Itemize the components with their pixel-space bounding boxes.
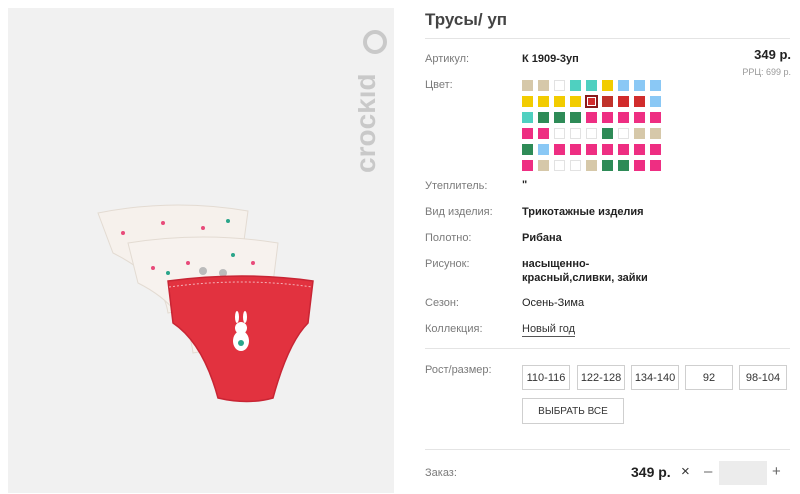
color-swatch[interactable]: [554, 144, 565, 155]
color-swatch[interactable]: [618, 96, 629, 107]
color-swatch[interactable]: [650, 128, 661, 139]
color-swatch-grid: [522, 80, 666, 171]
size-label: Рост/размер:: [425, 364, 492, 376]
type-value: Трикотажные изделия: [522, 206, 644, 218]
size-option-98-104[interactable]: 98-104: [739, 365, 787, 390]
color-swatch[interactable]: [602, 144, 613, 155]
color-label: Цвет:: [425, 79, 453, 91]
color-swatch[interactable]: [602, 96, 613, 107]
color-swatch[interactable]: [602, 80, 613, 91]
price: 349 р.: [754, 47, 791, 62]
fabric-label: Полотно:: [425, 232, 472, 244]
color-swatch[interactable]: [554, 128, 565, 139]
rrp-price: РРЦ: 699 р.: [742, 67, 791, 77]
times-icon: ×: [681, 463, 690, 480]
article-value: К 1909-3уп: [522, 53, 579, 65]
color-swatch[interactable]: [586, 160, 597, 171]
color-swatch[interactable]: [570, 128, 581, 139]
collection-label: Коллекция:: [425, 323, 483, 335]
color-swatch[interactable]: [554, 112, 565, 123]
color-swatch[interactable]: [554, 160, 565, 171]
color-swatch[interactable]: [650, 80, 661, 91]
color-swatch[interactable]: [522, 144, 533, 155]
size-option-122-128[interactable]: 122-128: [577, 365, 625, 390]
divider: [425, 348, 790, 349]
color-swatch[interactable]: [634, 112, 645, 123]
svg-text:crockid: crockid: [358, 73, 381, 173]
color-swatch[interactable]: [650, 96, 661, 107]
color-swatch[interactable]: [570, 160, 581, 171]
size-option-134-140[interactable]: 134-140: [631, 365, 679, 390]
color-swatch[interactable]: [522, 80, 533, 91]
color-swatch[interactable]: [522, 128, 533, 139]
color-swatch[interactable]: [586, 80, 597, 91]
color-swatch[interactable]: [650, 144, 661, 155]
color-swatch[interactable]: [586, 128, 597, 139]
color-swatch[interactable]: [538, 144, 549, 155]
product-title: Трусы/ уп: [425, 10, 508, 29]
divider: [425, 449, 790, 450]
color-swatch[interactable]: [585, 95, 598, 108]
size-option-92[interactable]: 92: [685, 365, 733, 390]
divider: [425, 38, 790, 39]
quantity-input[interactable]: [719, 461, 767, 485]
color-swatch[interactable]: [522, 112, 533, 123]
color-swatch[interactable]: [522, 96, 533, 107]
color-swatch[interactable]: [570, 80, 581, 91]
color-swatch[interactable]: [538, 112, 549, 123]
fabric-value: Рибана: [522, 232, 562, 244]
type-label: Вид изделия:: [425, 206, 493, 218]
order-price: 349 р.: [631, 464, 671, 480]
insulation-label: Утеплитель:: [425, 180, 488, 192]
season-label: Сезон:: [425, 297, 459, 309]
color-swatch[interactable]: [554, 96, 565, 107]
product-info: Трусы/ уп Артикул: К 1909-3уп 349 р. РРЦ…: [425, 0, 795, 494]
season-value: Осень-Зима: [522, 297, 585, 309]
pattern-value-line1: насыщенно-: [522, 258, 590, 270]
color-swatch[interactable]: [554, 80, 565, 91]
color-swatch[interactable]: [634, 160, 645, 171]
color-swatch[interactable]: [602, 160, 613, 171]
color-swatch[interactable]: [538, 96, 549, 107]
color-swatch[interactable]: [538, 80, 549, 91]
color-swatch[interactable]: [618, 80, 629, 91]
color-swatch[interactable]: [538, 160, 549, 171]
color-swatch[interactable]: [618, 112, 629, 123]
select-all-button[interactable]: ВЫБРАТЬ ВСЕ: [522, 398, 624, 424]
article-label: Артикул:: [425, 53, 470, 65]
color-swatch[interactable]: [618, 160, 629, 171]
color-swatch[interactable]: [634, 80, 645, 91]
color-swatch[interactable]: [618, 128, 629, 139]
color-swatch[interactable]: [570, 112, 581, 123]
pattern-label: Рисунок:: [425, 258, 470, 270]
color-swatch[interactable]: [634, 128, 645, 139]
color-swatch[interactable]: [634, 144, 645, 155]
color-swatch[interactable]: [650, 112, 661, 123]
color-swatch[interactable]: [650, 160, 661, 171]
decrease-quantity-button[interactable]: –: [704, 463, 712, 480]
color-swatch[interactable]: [586, 112, 597, 123]
order-label: Заказ:: [425, 467, 457, 479]
color-swatch[interactable]: [602, 112, 613, 123]
color-swatch[interactable]: [618, 144, 629, 155]
color-swatch[interactable]: [634, 96, 645, 107]
color-swatch[interactable]: [602, 128, 613, 139]
pattern-value-line2: красный,сливки, зайки: [522, 272, 648, 284]
increase-quantity-button[interactable]: +: [772, 463, 781, 480]
collection-link[interactable]: Новый год: [522, 323, 576, 337]
insulation-value: ": [522, 179, 528, 191]
color-swatch[interactable]: [586, 144, 597, 155]
size-option-110-116[interactable]: 110-116: [522, 365, 570, 390]
color-swatch[interactable]: [538, 128, 549, 139]
brand-logo: crockid: [358, 30, 387, 173]
color-swatch[interactable]: [570, 144, 581, 155]
color-swatch[interactable]: [522, 160, 533, 171]
product-photo: [97, 204, 314, 403]
product-image-panel: crockid: [8, 8, 394, 493]
color-swatch[interactable]: [570, 96, 581, 107]
